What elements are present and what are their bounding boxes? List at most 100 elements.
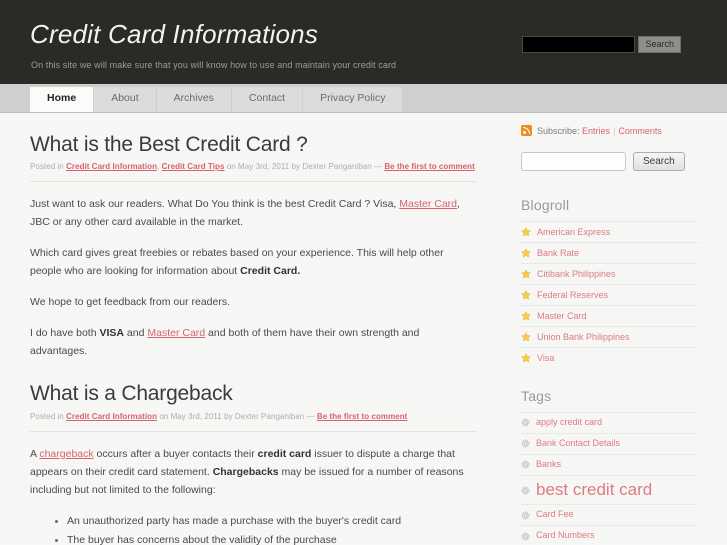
blogroll-item[interactable]: Union Bank Philippines bbox=[521, 326, 698, 347]
tag-item[interactable]: Card Numbers bbox=[521, 525, 698, 545]
paragraph: Which card gives great freebies or rebat… bbox=[30, 244, 477, 280]
subscribe-row: Subscribe: Entries | Comments bbox=[521, 125, 698, 136]
tag-cloud-list: apply credit card Bank Contact Details B… bbox=[521, 412, 698, 545]
blogroll-link[interactable]: Bank Rate bbox=[537, 248, 579, 258]
subscribe-comments-link[interactable]: Comments bbox=[618, 126, 662, 136]
tag-link[interactable]: Card Numbers bbox=[536, 530, 595, 541]
tag-item[interactable]: apply credit card bbox=[521, 412, 698, 433]
blogroll-item[interactable]: Citibank Philippines bbox=[521, 263, 698, 284]
text-run: and bbox=[124, 327, 148, 340]
post-meta-by-prefix: by bbox=[224, 411, 233, 421]
post-author: Dexter Panganiban bbox=[302, 162, 372, 172]
star-icon bbox=[521, 332, 531, 342]
text-bold: Credit Card. bbox=[240, 265, 301, 278]
blogroll-link[interactable]: Master Card bbox=[537, 311, 587, 321]
main-content: What is the Best Credit Card ? Posted in… bbox=[30, 133, 477, 545]
tag-item[interactable]: best credit card bbox=[521, 474, 698, 505]
nav-link-archives[interactable]: Archives bbox=[156, 87, 231, 112]
gear-icon bbox=[521, 532, 530, 541]
blogroll-link[interactable]: Union Bank Philippines bbox=[537, 332, 630, 342]
paragraph: I do have both VISA and Master Card and … bbox=[30, 324, 477, 360]
sidebar: Subscribe: Entries | Comments Search Blogr… bbox=[521, 125, 698, 545]
gear-icon bbox=[521, 460, 530, 469]
widget-blogroll: Blogroll American Express Bank Rate Citi… bbox=[521, 197, 698, 368]
gear-icon bbox=[521, 486, 530, 494]
nav-link-home[interactable]: Home bbox=[30, 87, 94, 112]
nav-item-privacy-policy[interactable]: Privacy Policy bbox=[303, 87, 403, 112]
text-run: A bbox=[30, 447, 40, 460]
blogroll-list: American Express Bank Rate Citibank Phil… bbox=[521, 221, 698, 368]
star-icon bbox=[521, 290, 531, 300]
main-navigation: Home About Archives Contact Privacy Poli… bbox=[0, 84, 727, 113]
tag-item[interactable]: Banks bbox=[521, 453, 698, 475]
star-icon bbox=[521, 353, 531, 363]
nav-item-home[interactable]: Home bbox=[30, 87, 94, 112]
post-date: May 3rd, 2011 bbox=[238, 162, 290, 172]
blogroll-item[interactable]: Visa bbox=[521, 347, 698, 368]
star-icon bbox=[521, 227, 531, 237]
widget-tags: Tags apply credit card Bank Contact Deta… bbox=[521, 388, 698, 545]
post-date: May 3rd, 2011 bbox=[170, 411, 222, 421]
post-category-link[interactable]: Credit Card Information bbox=[66, 412, 157, 421]
post-article: What is the Best Credit Card ? Posted in… bbox=[30, 133, 477, 360]
blogroll-item[interactable]: Federal Reserves bbox=[521, 284, 698, 305]
nav-list: Home About Archives Contact Privacy Poli… bbox=[30, 87, 403, 112]
tag-item[interactable]: Bank Contact Details bbox=[521, 432, 698, 454]
inline-link-chargeback[interactable]: chargeback bbox=[39, 448, 93, 460]
inline-link-master-card[interactable]: Master Card bbox=[147, 327, 205, 339]
text-run: Which card gives great freebies or rebat… bbox=[30, 247, 444, 278]
tag-link[interactable]: Bank Contact Details bbox=[536, 438, 620, 449]
site-title: Credit Card Informations bbox=[30, 19, 319, 49]
text-bold: VISA bbox=[99, 327, 124, 340]
nav-item-contact[interactable]: Contact bbox=[231, 87, 303, 112]
blogroll-item[interactable]: Bank Rate bbox=[521, 242, 698, 263]
subscribe-entries-link[interactable]: Entries bbox=[582, 126, 610, 136]
star-icon bbox=[521, 311, 531, 321]
text-bold: Chargebacks bbox=[212, 465, 279, 478]
tag-item[interactable]: Card Fee bbox=[521, 504, 698, 525]
page-body: What is the Best Credit Card ? Posted in… bbox=[0, 113, 727, 545]
blogroll-link[interactable]: Federal Reserves bbox=[537, 290, 608, 300]
blogroll-link[interactable]: Citibank Philippines bbox=[537, 269, 616, 279]
divider bbox=[30, 430, 477, 432]
post-meta-date-prefix: on bbox=[226, 162, 236, 172]
tag-link[interactable]: Card Fee bbox=[536, 509, 574, 520]
header-search-button[interactable]: Search bbox=[638, 36, 681, 53]
paragraph: We hope to get feedback from our readers… bbox=[30, 296, 231, 309]
blogroll-item[interactable]: Master Card bbox=[521, 305, 698, 326]
text-bold: credit card bbox=[257, 447, 312, 460]
page-root: Credit Card Informations On this site we… bbox=[0, 0, 727, 545]
nav-link-about[interactable]: About bbox=[94, 87, 156, 112]
divider bbox=[30, 181, 477, 183]
nav-link-privacy-policy[interactable]: Privacy Policy bbox=[303, 87, 403, 112]
star-icon bbox=[521, 269, 531, 279]
post-comment-link[interactable]: Be the first to comment bbox=[384, 162, 475, 171]
post-comment-link[interactable]: Be the first to comment bbox=[317, 412, 408, 421]
blogroll-link[interactable]: American Express bbox=[537, 227, 610, 237]
tag-link[interactable]: apply credit card bbox=[536, 417, 602, 428]
post-body: A chargeback occurs after a buyer contac… bbox=[30, 445, 477, 545]
sidebar-search-button[interactable]: Search bbox=[633, 152, 685, 171]
tag-link[interactable]: best credit card bbox=[536, 480, 652, 500]
post-meta-date-prefix: on bbox=[159, 411, 169, 421]
site-header: Credit Card Informations On this site we… bbox=[0, 0, 727, 84]
header-search-form: Search bbox=[522, 36, 681, 53]
sidebar-search-input[interactable] bbox=[521, 152, 626, 171]
star-icon bbox=[521, 248, 531, 258]
post-meta: Posted in Credit Card Information on May… bbox=[30, 412, 477, 421]
blogroll-item[interactable]: American Express bbox=[521, 221, 698, 242]
widget-title-blogroll: Blogroll bbox=[521, 197, 570, 213]
text-run: Just want to ask our readers. What Do Yo… bbox=[30, 198, 400, 211]
widget-title-tags: Tags bbox=[521, 388, 552, 404]
nav-item-archives[interactable]: Archives bbox=[156, 87, 231, 112]
post-category-link[interactable]: Credit Card Information bbox=[66, 162, 157, 171]
text-run: occurs after a buyer contacts their bbox=[93, 447, 258, 460]
blogroll-link[interactable]: Visa bbox=[537, 353, 554, 363]
gear-icon bbox=[521, 418, 530, 427]
post-category-link[interactable]: Credit Card Tips bbox=[162, 162, 225, 171]
nav-link-contact[interactable]: Contact bbox=[231, 87, 303, 112]
tag-link[interactable]: Banks bbox=[536, 459, 561, 470]
header-search-input[interactable] bbox=[522, 36, 636, 53]
inline-link-master-card[interactable]: Master Card bbox=[399, 198, 457, 210]
nav-item-about[interactable]: About bbox=[94, 87, 156, 112]
